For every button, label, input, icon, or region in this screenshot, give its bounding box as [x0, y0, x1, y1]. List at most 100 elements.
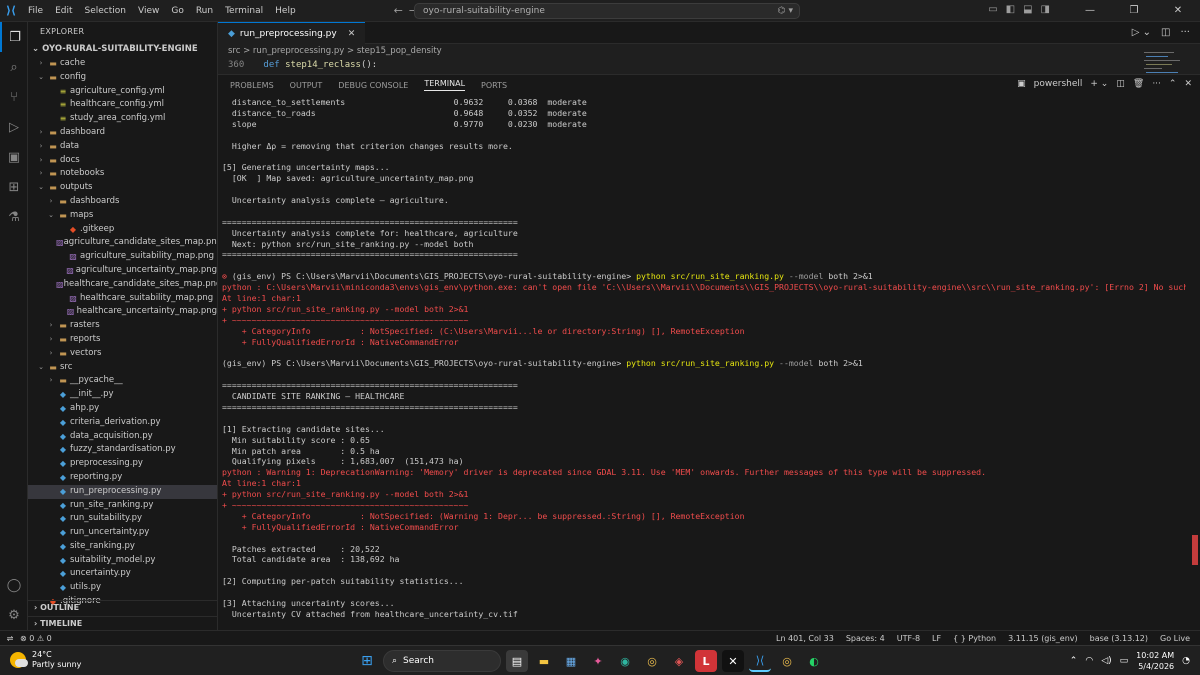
status-item[interactable]: Ln 401, Col 33 — [776, 634, 834, 643]
status-item[interactable]: { } Python — [953, 634, 996, 643]
x-app-icon[interactable]: ✕ — [722, 650, 744, 672]
store-icon[interactable]: ▦ — [560, 650, 582, 672]
tree-file[interactable]: ≡ agriculture_config.yml — [28, 85, 217, 99]
task-view-icon[interactable]: ▤ — [506, 650, 528, 672]
edge-icon[interactable]: ◉ — [614, 650, 636, 672]
tree-file[interactable]: ▨ agriculture_candidate_sites_map.png — [28, 236, 217, 250]
tree-file[interactable]: ◆ site_ranking.py — [28, 540, 217, 554]
close-panel-icon[interactable]: ✕ — [1184, 79, 1192, 89]
timeline-section[interactable]: › TIMELINE — [28, 616, 217, 629]
menu-file[interactable]: File — [22, 6, 49, 16]
toggle-secondary-sidebar-icon[interactable]: ◨ — [1041, 4, 1050, 15]
more-actions-icon[interactable]: ··· — [1180, 27, 1190, 38]
status-item[interactable]: 3.11.15 (gis_env) — [1008, 634, 1078, 643]
tree-folder[interactable]: › ▬ __pycache__ — [28, 374, 217, 388]
breadcrumb[interactable]: src > run_preprocessing.py > step15_pop_… — [218, 44, 1200, 58]
tree-file[interactable]: ≡ study_area_config.yml — [28, 112, 217, 126]
notification-icon[interactable]: ◔ — [1182, 656, 1190, 666]
layout-icon[interactable]: ▭ — [988, 4, 997, 15]
panel-tab-debug-console[interactable]: DEBUG CONSOLE — [338, 81, 408, 90]
status-item[interactable]: base (3.13.12) — [1090, 634, 1148, 643]
panel-tab-output[interactable]: OUTPUT — [290, 81, 323, 90]
tree-folder[interactable]: › ▬ data — [28, 140, 217, 154]
menu-terminal[interactable]: Terminal — [219, 6, 269, 16]
tree-file[interactable]: ◆ suitability_model.py — [28, 554, 217, 568]
run-debug-icon[interactable]: ▷ — [0, 112, 28, 142]
chrome-icon[interactable]: ◎ — [641, 650, 663, 672]
tree-folder[interactable]: › ▬ vectors — [28, 347, 217, 361]
taskbar-search[interactable]: ⌕ Search — [383, 650, 501, 672]
start-windows-icon[interactable]: ⊞ — [356, 650, 378, 672]
whatsapp-icon[interactable]: ◐ — [803, 650, 825, 672]
tree-file[interactable]: ≡ healthcare_config.yml — [28, 98, 217, 112]
tree-file[interactable]: ▨ healthcare_uncertainty_map.png — [28, 305, 217, 319]
tree-file[interactable]: ◆ run_suitability.py — [28, 512, 217, 526]
remote-indicator-icon[interactable]: ⇌ — [0, 634, 20, 643]
editor-tab-run-preprocessing[interactable]: ◆ run_preprocessing.py ✕ — [218, 22, 366, 44]
tree-file[interactable]: ◆ run_preprocessing.py — [28, 484, 217, 499]
tree-file[interactable]: ▨ healthcare_suitability_map.png — [28, 292, 217, 306]
split-editor-icon[interactable]: ◫ — [1161, 27, 1170, 38]
terminal-scrollbar[interactable] — [1192, 535, 1198, 565]
new-terminal-icon[interactable]: + ⌄ — [1090, 79, 1108, 89]
tree-folder[interactable]: ⌄ ▬ config — [28, 71, 217, 85]
run-file-icon[interactable]: ▷ ⌄ — [1132, 27, 1151, 38]
panel-tab-problems[interactable]: PROBLEMS — [230, 81, 274, 90]
tree-folder[interactable]: › ▬ rasters — [28, 319, 217, 333]
chrome-profile-icon[interactable]: ◎ — [776, 650, 798, 672]
outline-section[interactable]: › OUTLINE — [28, 600, 217, 613]
tree-file[interactable]: ◆ ahp.py — [28, 402, 217, 416]
tree-file[interactable]: ◆ criteria_derivation.py — [28, 416, 217, 430]
menu-run[interactable]: Run — [190, 6, 219, 16]
menu-selection[interactable]: Selection — [79, 6, 132, 16]
split-terminal-icon[interactable]: ◫ — [1116, 79, 1125, 89]
shell-label[interactable]: powershell — [1034, 79, 1083, 89]
tree-file[interactable]: ◆ run_uncertainty.py — [28, 526, 217, 540]
menu-edit[interactable]: Edit — [49, 6, 78, 16]
tree-folder[interactable]: ⌄ ▬ outputs — [28, 181, 217, 195]
tree-file[interactable]: ◆ .gitkeep — [28, 223, 217, 237]
explorer-icon[interactable]: ❐ — [0, 22, 28, 52]
toggle-sidebar-icon[interactable]: ◧ — [1006, 4, 1015, 15]
menu-view[interactable]: View — [132, 6, 165, 16]
problems-count[interactable]: ⊗ 0 ⚠ 0 — [20, 634, 52, 643]
copilot-app-icon[interactable]: ✦ — [587, 650, 609, 672]
minimize-icon[interactable]: — — [1068, 0, 1112, 22]
status-item[interactable]: Go Live — [1160, 634, 1190, 643]
status-item[interactable]: UTF-8 — [897, 634, 920, 643]
status-item[interactable]: Spaces: 4 — [846, 634, 885, 643]
tree-folder[interactable]: › ▬ reports — [28, 333, 217, 347]
close-tab-icon[interactable]: ✕ — [348, 29, 356, 39]
source-control-icon[interactable]: ⑂ — [0, 82, 28, 112]
file-explorer-icon[interactable]: ▬ — [533, 650, 555, 672]
tree-file[interactable]: ◆ reporting.py — [28, 471, 217, 485]
search-icon[interactable]: ⌕ — [0, 52, 28, 82]
tree-folder[interactable]: ⌄ ▬ src — [28, 361, 217, 375]
tree-file[interactable]: ▨ agriculture_uncertainty_map.png — [28, 264, 217, 278]
l-app-icon[interactable]: L — [695, 650, 717, 672]
panel-tab-ports[interactable]: PORTS — [481, 81, 507, 90]
tree-file[interactable]: ◆ data_acquisition.py — [28, 430, 217, 444]
remote-explorer-icon[interactable]: ▣ — [0, 142, 28, 172]
wifi-icon[interactable]: ◠ — [1085, 656, 1093, 666]
tree-file[interactable]: ◆ fuzzy_standardisation.py — [28, 443, 217, 457]
tree-file[interactable]: ◆ __init__.py — [28, 388, 217, 402]
workspace-root[interactable]: ⌄ OYO-RURAL-SUITABILITY-ENGINE — [28, 42, 217, 57]
tray-chevron-icon[interactable]: ⌃ — [1070, 656, 1078, 666]
tree-file[interactable]: ◆ uncertainty.py — [28, 567, 217, 581]
status-item[interactable]: LF — [932, 634, 941, 643]
kill-terminal-icon[interactable]: 🗑 — [1133, 79, 1144, 89]
volume-icon[interactable]: ◁) — [1101, 656, 1111, 666]
copilot-icon[interactable]: ⌬ ▾ — [778, 6, 793, 16]
menu-help[interactable]: Help — [269, 6, 302, 16]
tree-folder[interactable]: › ▬ docs — [28, 154, 217, 168]
tree-folder[interactable]: › ▬ dashboards — [28, 195, 217, 209]
weather-widget[interactable]: 24°C Partly sunny — [10, 650, 81, 670]
account-icon[interactable]: ◯ — [0, 570, 28, 600]
tree-folder[interactable]: › ▬ cache — [28, 57, 217, 71]
command-center-search[interactable]: oyo-rural-suitability-engine ⌬ ▾ — [414, 3, 800, 19]
testing-icon[interactable]: ⚗ — [0, 202, 28, 232]
tree-file[interactable]: ▨ healthcare_candidate_sites_map.png — [28, 278, 217, 292]
extensions-icon[interactable]: ⊞ — [0, 172, 28, 202]
tree-file[interactable]: ◆ run_site_ranking.py — [28, 499, 217, 513]
